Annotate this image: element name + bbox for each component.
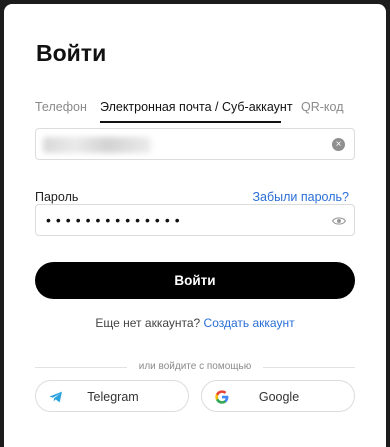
divider-text: или войдите с помощью <box>138 361 252 372</box>
password-masked-value: •••••••••••••• <box>46 212 185 228</box>
google-label: Google <box>258 390 300 404</box>
email-value-redacted <box>43 137 151 153</box>
tab-phone[interactable]: Телефон <box>35 100 87 114</box>
login-card: Войти Телефон Электронная почта / Суб-ак… <box>4 4 386 447</box>
eye-icon[interactable] <box>332 214 346 228</box>
active-tab-indicator <box>100 121 281 123</box>
password-field[interactable]: •••••••••••••• <box>35 204 355 236</box>
tab-email-subaccount[interactable]: Электронная почта / Суб-аккаунт <box>100 100 293 114</box>
clear-icon[interactable]: × <box>332 138 345 151</box>
login-button[interactable]: Войти <box>35 262 355 299</box>
social-divider: или войдите с помощью <box>35 361 355 373</box>
signup-prompt-text: Еще нет аккаунта? <box>95 316 201 330</box>
signup-prompt: Еще нет аккаунта? Создать аккаунт <box>4 316 386 330</box>
tab-qr-code[interactable]: QR-код <box>301 100 344 114</box>
forgot-password-link[interactable]: Забыли пароль? <box>252 190 349 204</box>
telegram-login-button[interactable]: Telegram <box>35 380 189 412</box>
login-method-tabs: Телефон Электронная почта / Суб-аккаунт … <box>35 100 357 124</box>
page-title: Войти <box>36 40 107 66</box>
email-field[interactable]: × <box>35 128 355 160</box>
create-account-link[interactable]: Создать аккаунт <box>204 316 295 330</box>
password-label: Пароль <box>35 190 79 204</box>
google-login-button[interactable]: Google <box>201 380 355 412</box>
telegram-label: Telegram <box>87 390 139 404</box>
